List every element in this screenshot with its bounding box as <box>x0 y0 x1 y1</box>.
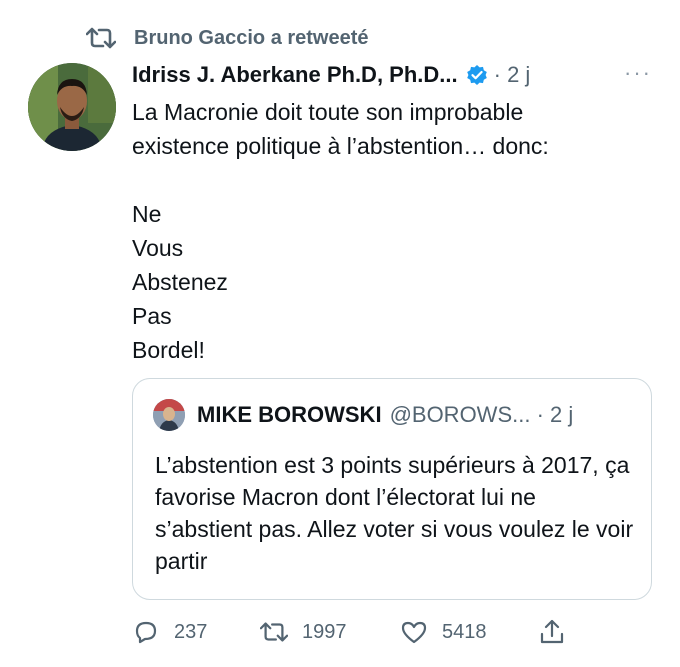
retweet-context[interactable]: Bruno Gaccio a retweeté <box>86 24 369 52</box>
retweet-count: 1997 <box>302 620 347 643</box>
reply-count: 237 <box>174 620 208 643</box>
retweet-icon <box>86 27 116 49</box>
tweet-actions: 237 1997 5418 <box>132 615 652 649</box>
quoted-author-name: MIKE BOROWSKI <box>197 402 382 427</box>
verified-badge-icon <box>466 65 487 85</box>
tweet-timestamp[interactable]: · 2 j <box>494 62 531 88</box>
tweet-header: Idriss J. Aberkane Ph.D, Ph.D... · 2 j ·… <box>132 58 652 92</box>
share-button[interactable] <box>538 618 566 646</box>
retweet-button[interactable]: 1997 <box>260 618 347 646</box>
quoted-tweet-header: MIKE BOROWSKI @BOROWS... · 2 j <box>153 399 633 431</box>
quoted-tweet-text: L’abstention est 3 points supérieurs à 2… <box>155 452 634 574</box>
more-icon[interactable]: ··· <box>624 60 652 86</box>
author-name[interactable]: Idriss J. Aberkane Ph.D, Ph.D... <box>132 62 458 88</box>
retweet-icon <box>260 622 288 642</box>
like-button[interactable]: 5418 <box>400 618 487 646</box>
quoted-tweet[interactable]: MIKE BOROWSKI @BOROWS... · 2 j L’abstent… <box>132 378 652 600</box>
retweet-label: Bruno Gaccio a retweeté <box>134 26 369 49</box>
reply-button[interactable]: 237 <box>132 618 207 646</box>
share-icon <box>540 619 564 644</box>
like-icon <box>401 621 427 644</box>
reply-icon <box>135 621 157 644</box>
tweet-text: La Macronie doit toute son improbable ex… <box>132 99 549 363</box>
quoted-author-handle: @BOROWS... · 2 j <box>389 402 574 427</box>
author-avatar[interactable] <box>28 63 116 151</box>
like-count: 5418 <box>442 620 487 643</box>
quoted-author-avatar <box>153 399 185 431</box>
